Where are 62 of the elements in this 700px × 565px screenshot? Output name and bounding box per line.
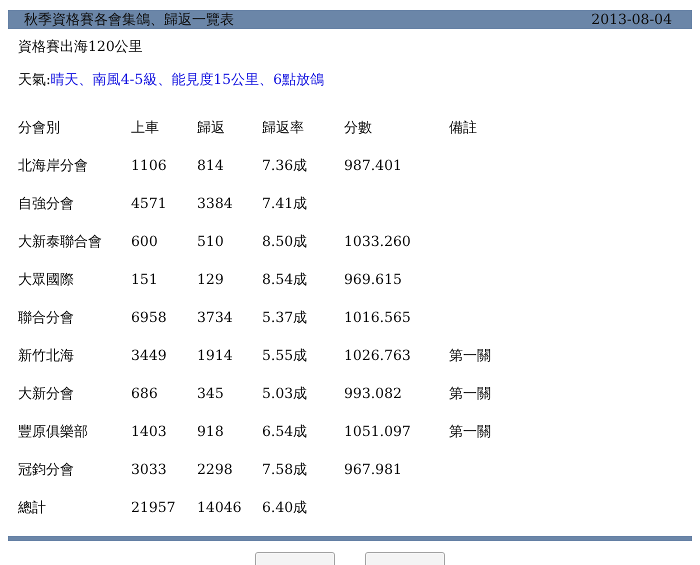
table-cell-text: 北海岸分會: [18, 157, 89, 176]
table-cell-text: 總計: [18, 499, 47, 518]
table-cell-text: 3449: [131, 347, 168, 366]
table-cell-text: 1016.565: [344, 309, 412, 328]
table-cell-text: 第一關: [449, 423, 492, 442]
table-cell-text: 大新泰聯合會: [18, 233, 103, 252]
table-cell-text: 918: [197, 423, 225, 442]
column-header: 歸返率: [262, 119, 305, 138]
column-header: 分會別: [18, 119, 61, 138]
table-cell-text: 大新分會: [18, 385, 75, 404]
table-cell-text: 5.37成: [262, 309, 308, 328]
table-cell-text: 969.615: [344, 271, 403, 290]
table-cell-text: 345: [197, 385, 225, 404]
table-cell-text: 1403: [131, 423, 168, 442]
table-cell-text: 6.54成: [262, 423, 308, 442]
column-header: 上車: [131, 119, 160, 138]
table-cell-text: 自強分會: [18, 195, 75, 214]
table-cell-text: 21957: [131, 499, 177, 518]
table-cell-text: 7.41成: [262, 195, 308, 214]
table-cell-text: 7.58成: [262, 461, 308, 480]
table-cell-text: 5.55成: [262, 347, 308, 366]
table-cell-text: 1914: [197, 347, 234, 366]
table-cell-text: 8.54成: [262, 271, 308, 290]
table-cell-text: 3734: [197, 309, 234, 328]
table-cell-text: 1106: [131, 157, 168, 176]
table-cell-text: 8.50成: [262, 233, 308, 252]
column-header: 分數: [344, 119, 373, 138]
table-cell-text: 大眾國際: [18, 271, 75, 290]
table-cell-text: 第一關: [449, 347, 492, 366]
table-cell-text: 6958: [131, 309, 168, 328]
weather-text: 晴天、南風4-5級、能見度15公里、6點放鴿: [50, 71, 324, 89]
table-cell-text: 2298: [197, 461, 234, 480]
table-cell-text: 686: [131, 385, 159, 404]
table-cell-text: 3384: [197, 195, 234, 214]
weather-label: 天氣:: [18, 71, 51, 89]
table-cell-text: 5.03成: [262, 385, 308, 404]
table-cell-text: 1051.097: [344, 423, 412, 442]
table-cell-text: 967.981: [344, 461, 403, 480]
table-cell-text: 600: [131, 233, 159, 252]
table-cell-text: 987.401: [344, 157, 403, 176]
date-label: 2013-08-04: [591, 12, 672, 28]
table-cell-text: 4571: [131, 195, 168, 214]
table-cell-text: 7.36成: [262, 157, 308, 176]
subtitle: 資格賽出海120公里: [18, 38, 143, 56]
table-cell-text: 510: [197, 233, 225, 252]
table-cell-text: 第一關: [449, 385, 492, 404]
page-title: 秋季資格賽各會集鴿、歸返一覽表: [24, 10, 234, 28]
column-header: 歸返: [197, 119, 226, 138]
table-cell-text: 聯合分會: [18, 309, 75, 328]
table-cell-text: 814: [197, 157, 225, 176]
column-header: 備註: [449, 119, 478, 138]
table-cell-text: 6.40成: [262, 499, 308, 518]
table-cell-text: 1033.260: [344, 233, 412, 252]
table-cell-text: 993.082: [344, 385, 403, 404]
table-cell-text: 新竹北海: [18, 347, 75, 366]
table-cell-text: 14046: [197, 499, 243, 518]
table-cell-text: 冠鈞分會: [18, 461, 75, 480]
table-cell-text: 3033: [131, 461, 168, 480]
table-cell-text: 1026.763: [344, 347, 412, 366]
table-cell-text: 151: [131, 271, 159, 290]
table-cell-text: 129: [197, 271, 225, 290]
table-cell-text: 豐原俱樂部: [18, 423, 89, 442]
